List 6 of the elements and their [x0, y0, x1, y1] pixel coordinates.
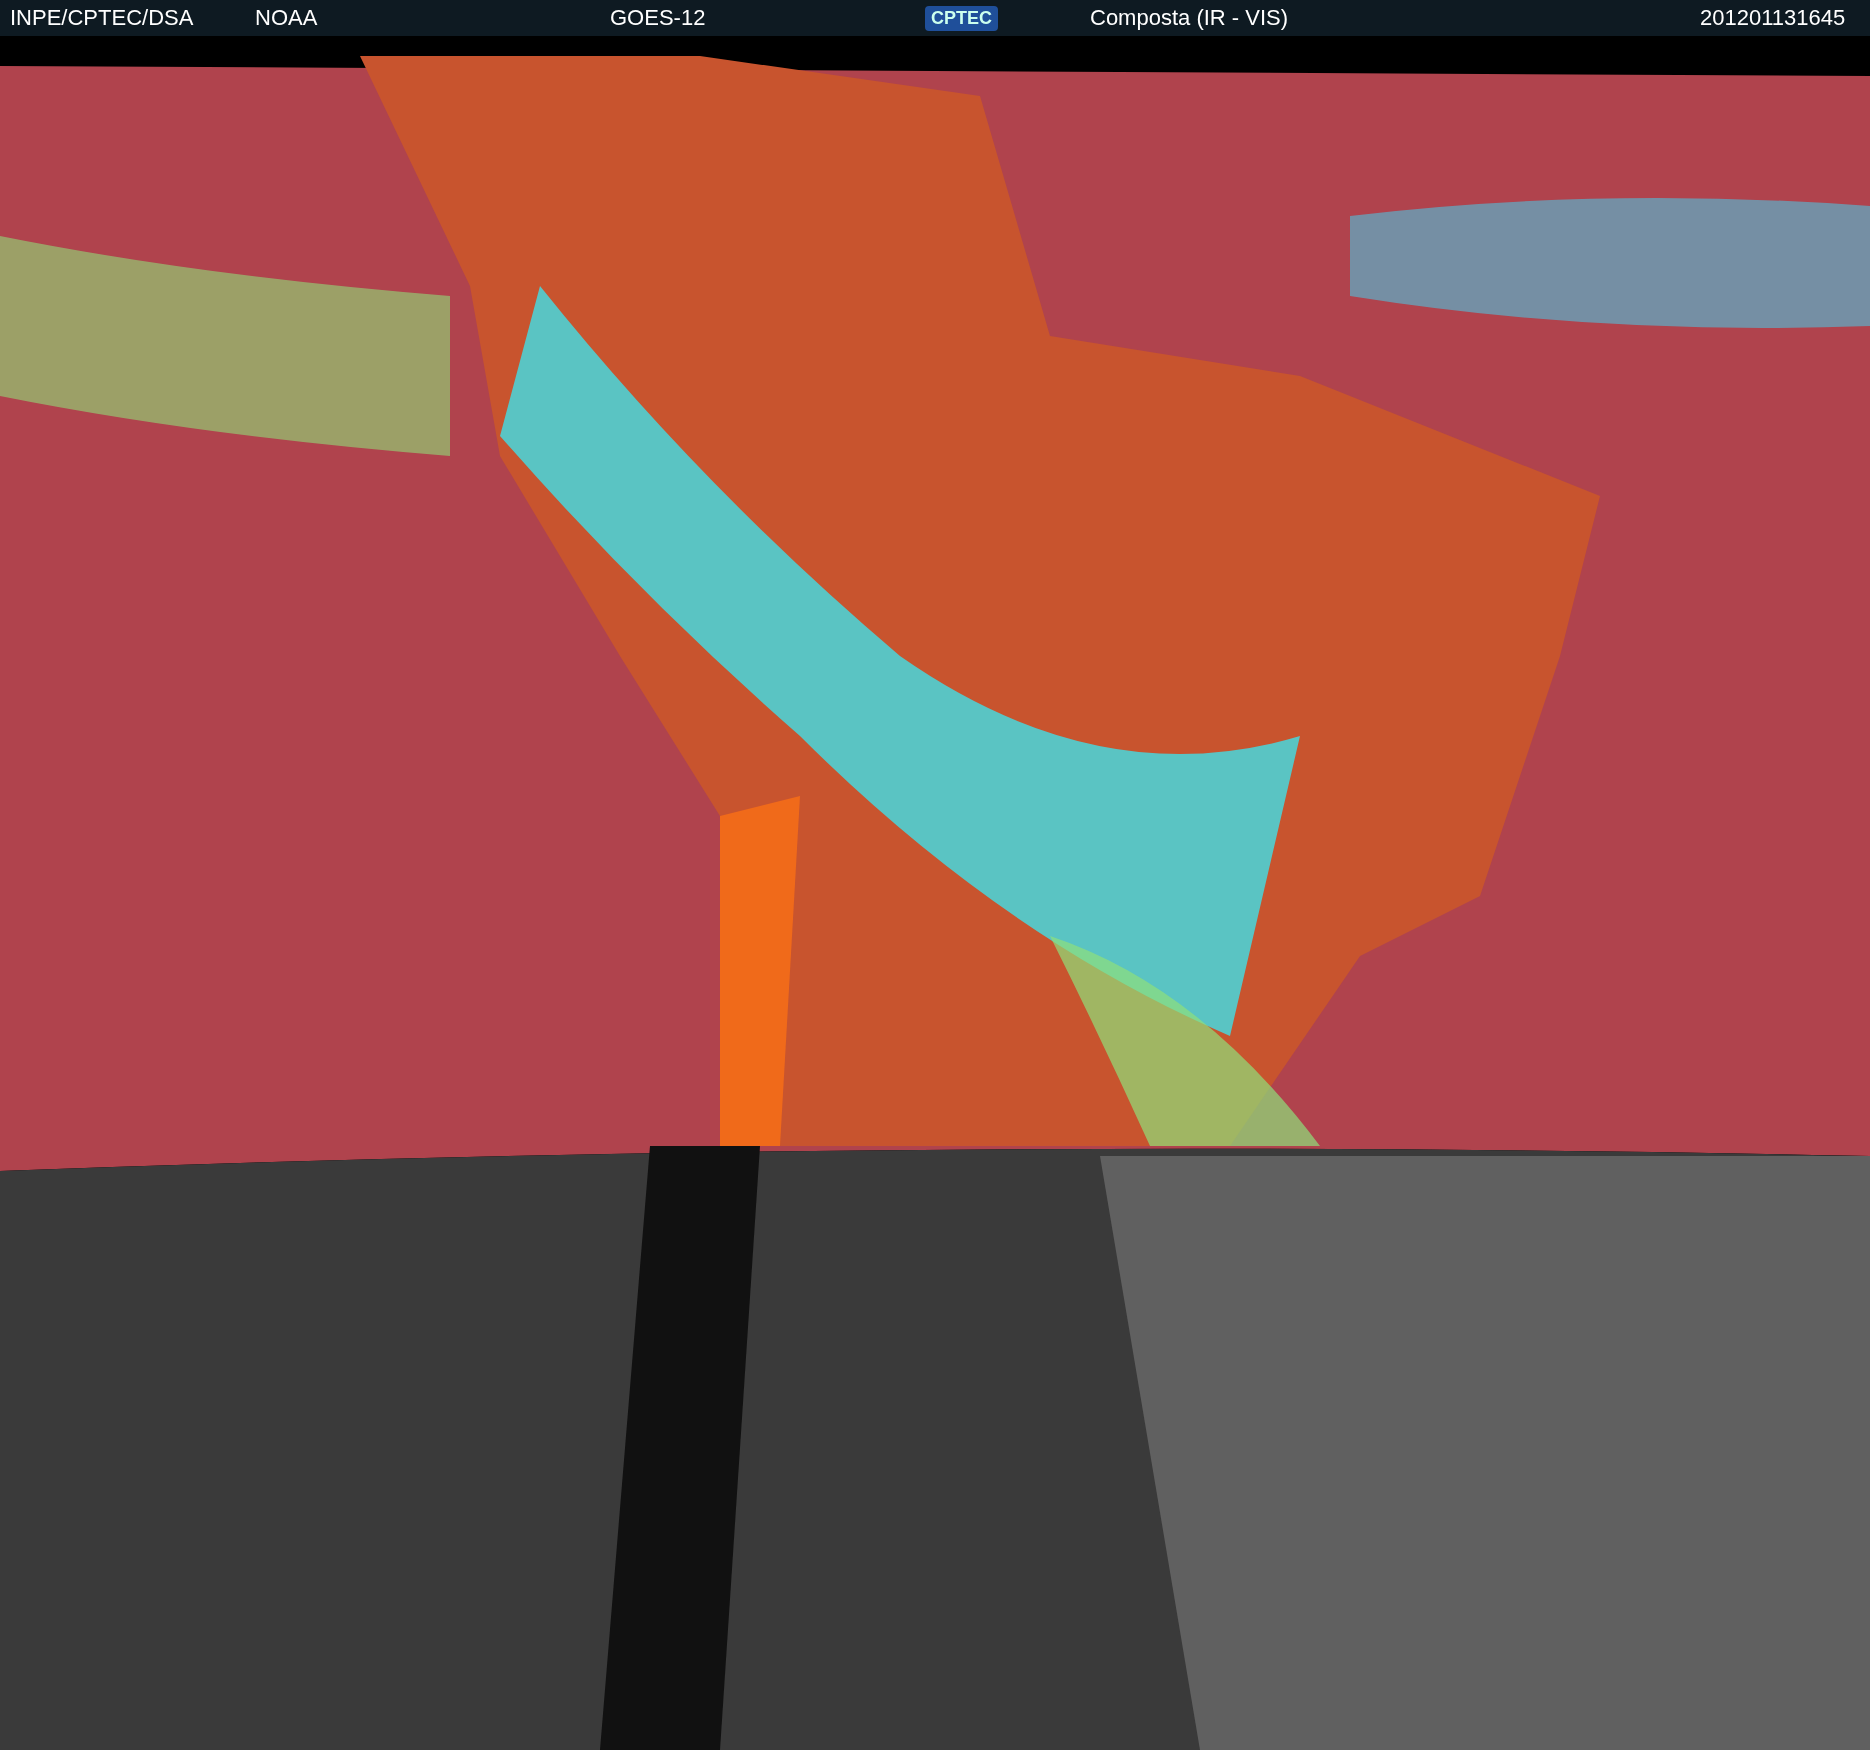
logo: CPTEC: [925, 5, 998, 31]
agency-label: NOAA: [255, 5, 318, 31]
product-label: Composta (IR - VIS): [1090, 5, 1289, 31]
satellite-label: GOES-12: [610, 5, 706, 31]
source-label: INPE/CPTEC/DSA: [10, 5, 194, 31]
timestamp-label: 201201131645: [1700, 5, 1846, 31]
